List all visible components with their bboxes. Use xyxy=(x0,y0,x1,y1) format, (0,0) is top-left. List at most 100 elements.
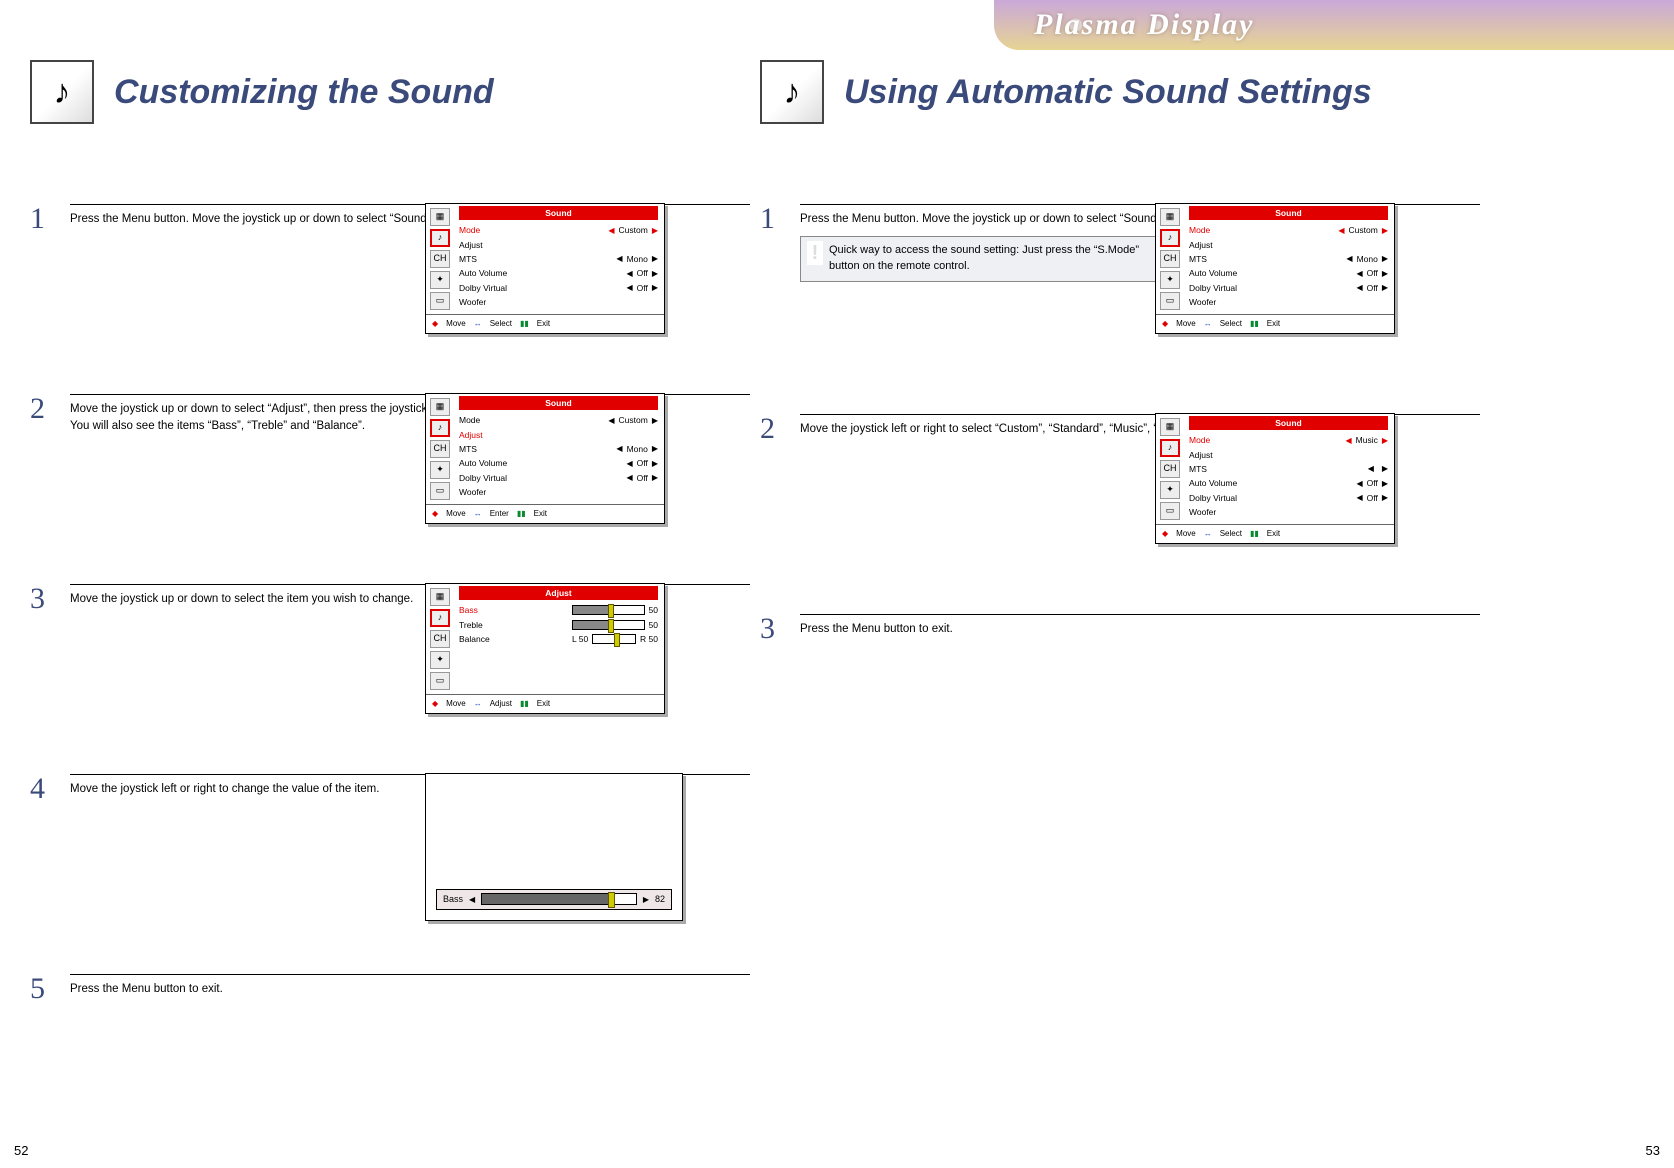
osd-side-icon: ✦ xyxy=(1160,271,1180,289)
step-number: 5 xyxy=(30,974,52,1004)
osd-row[interactable]: MTS◀▶ xyxy=(1189,462,1388,476)
osd-row[interactable]: MTS◀Mono▶ xyxy=(459,442,658,456)
osd-row[interactable]: Dolby Virtual◀Off▶ xyxy=(459,471,658,485)
osd-side-icon: ♪ xyxy=(430,229,450,247)
arrow-right-icon: ▶ xyxy=(1382,463,1388,475)
arrow-right-icon: ▶ xyxy=(652,472,658,484)
step-text: Move the joystick left or right to selec… xyxy=(800,414,1480,438)
osd-row[interactable]: Dolby Virtual◀Off▶ xyxy=(1189,491,1388,505)
arrow-left-icon: ◀ xyxy=(1338,225,1344,237)
osd-row[interactable]: MTS◀Mono▶ xyxy=(1189,252,1388,266)
osd-row[interactable]: Woofer xyxy=(459,485,658,499)
osd-row-label: Auto Volume xyxy=(1189,477,1237,489)
osd-sound-r2: ▦♪CH✦▭SoundMode◀Music▶AdjustMTS◀▶Auto Vo… xyxy=(1155,413,1395,544)
osd-title: Sound xyxy=(1189,206,1388,220)
osd-sound-r1: ▦♪CH✦▭SoundMode◀Custom▶AdjustMTS◀Mono▶Au… xyxy=(1155,203,1395,334)
arrow-left-icon: ◀ xyxy=(469,894,475,906)
osd-row[interactable]: Dolby Virtual◀Off▶ xyxy=(1189,281,1388,295)
osd-row-label: MTS xyxy=(459,253,477,265)
osd-side-icon: ♪ xyxy=(1160,439,1180,457)
osd-row[interactable]: Mode◀Custom▶ xyxy=(1189,223,1388,237)
osd-row-label: Woofer xyxy=(1189,506,1216,518)
osd-bass-slider: Bass ◀ ▶ 82 xyxy=(425,773,683,921)
slider-bar[interactable] xyxy=(481,893,637,905)
osd-row-value: ◀▶ xyxy=(1302,463,1388,475)
osd-row-label: Dolby Virtual xyxy=(459,282,507,294)
osd-footer: ◆Move↔Select▮▮Exit xyxy=(426,314,664,333)
arrow-right-icon: ▶ xyxy=(652,268,658,280)
step-text: Move the joystick left or right to chang… xyxy=(70,774,750,798)
step-text: Press the Menu button. Move the joystick… xyxy=(70,204,750,228)
osd-side-icon: ▦ xyxy=(430,398,450,416)
arrow-left-icon: ◀ xyxy=(1345,435,1351,447)
arrow-left-icon: ◀ xyxy=(627,268,633,280)
step-text-content: Move the joystick left or right to chang… xyxy=(70,783,379,795)
arrow-right-icon: ▶ xyxy=(1382,492,1388,504)
osd-row-label: Woofer xyxy=(459,296,486,308)
osd-row[interactable]: MTS◀Mono▶ xyxy=(459,252,658,266)
osd-row[interactable]: Mode◀Custom▶ xyxy=(459,223,658,237)
osd-row-value: ◀Off▶ xyxy=(1302,267,1388,279)
osd-row[interactable]: Adjust xyxy=(1189,238,1388,252)
arrow-left-icon: ◀ xyxy=(1368,463,1374,475)
osd-side-icon: ▦ xyxy=(430,208,450,226)
osd-row[interactable]: Auto Volume◀Off▶ xyxy=(459,456,658,470)
osd-row-value: ◀Off▶ xyxy=(1302,477,1388,489)
arrow-right-icon: ▶ xyxy=(652,415,658,427)
osd-row-label: Dolby Virtual xyxy=(1189,492,1237,504)
osd-sound-1: ▦♪CH✦▭SoundMode◀Custom▶AdjustMTS◀Mono▶Au… xyxy=(425,203,665,334)
osd-title: Adjust xyxy=(459,586,658,600)
osd-side-icon: ▭ xyxy=(1160,292,1180,310)
left-header: ♪ Customizing the Sound xyxy=(30,60,750,124)
right-step-3: 3 Press the Menu button to exit. xyxy=(760,614,1480,644)
osd-row[interactable]: Mode◀Music▶ xyxy=(1189,433,1388,447)
right-step-2: 2 Move the joystick left or right to sel… xyxy=(760,414,1480,574)
left-step-5: 5 Press the Menu button to exit. xyxy=(30,974,750,1004)
step-text-content: Move the joystick up or down to select t… xyxy=(70,593,413,605)
page-num-right: 53 xyxy=(1646,1143,1660,1158)
osd-row[interactable]: Woofer xyxy=(1189,505,1388,519)
left-step-3: 3 Move the joystick up or down to select… xyxy=(30,584,750,734)
osd-row[interactable]: Adjust xyxy=(459,238,658,252)
osd-row[interactable]: Woofer xyxy=(459,295,658,309)
arrow-left-icon: ◀ xyxy=(627,472,633,484)
osd-row-value: ◀Off▶ xyxy=(572,267,658,279)
arrow-left-icon: ◀ xyxy=(627,282,633,294)
music-note-icon: ♪ xyxy=(760,60,824,124)
osd-side-icon: ▭ xyxy=(430,292,450,310)
osd-row-label: Mode xyxy=(459,414,480,426)
osd-row[interactable]: BalanceL 50R 50 xyxy=(459,632,658,646)
osd-row[interactable]: Adjust xyxy=(1189,448,1388,462)
osd-row[interactable]: Auto Volume ◀Off▶ xyxy=(1189,476,1388,490)
osd-row[interactable]: Auto Volume◀Off▶ xyxy=(1189,266,1388,280)
osd-row-label: Auto Volume xyxy=(459,457,507,469)
osd-row-label: Dolby Virtual xyxy=(1189,282,1237,294)
step-text: Move the joystick up or down to select “… xyxy=(70,394,750,434)
osd-row[interactable]: Bass50 xyxy=(459,603,658,617)
osd-footer: ◆Move↔Enter▮▮Exit xyxy=(426,504,664,523)
osd-footer: ◆Move↔Select▮▮Exit xyxy=(1156,314,1394,333)
osd-row[interactable]: Auto Volume◀Off▶ xyxy=(459,266,658,280)
osd-row[interactable]: Treble50 xyxy=(459,618,658,632)
osd-side-icon: CH xyxy=(430,250,450,268)
step-text: Move the joystick up or down to select t… xyxy=(70,584,750,608)
osd-row[interactable]: Mode◀Custom▶ xyxy=(459,413,658,427)
osd-row-value: 50 xyxy=(572,604,658,616)
osd-row-label: Treble xyxy=(459,619,483,631)
step-number: 3 xyxy=(760,614,782,644)
page-num-left: 52 xyxy=(14,1143,28,1158)
step-number: 1 xyxy=(30,204,52,234)
arrow-left-icon: ◀ xyxy=(1357,282,1363,294)
arrow-right-icon: ▶ xyxy=(1382,268,1388,280)
osd-row[interactable]: Dolby Virtual◀Off▶ xyxy=(459,281,658,295)
osd-row[interactable]: Adjust xyxy=(459,428,658,442)
step-text-content: Press the Menu button to exit. xyxy=(800,623,953,635)
osd-adjust: ▦♪CH✦▭AdjustBass50Treble50BalanceL 50R 5… xyxy=(425,583,665,714)
arrow-left-icon: ◀ xyxy=(1346,253,1352,265)
arrow-left-icon: ◀ xyxy=(616,443,622,455)
arrow-left-icon: ◀ xyxy=(627,458,633,470)
osd-row-value: ◀Mono▶ xyxy=(1302,253,1388,265)
osd-side-icon: ▭ xyxy=(430,672,450,690)
step-text-content: Press the Menu button to exit. xyxy=(70,983,223,995)
osd-row[interactable]: Woofer xyxy=(1189,295,1388,309)
